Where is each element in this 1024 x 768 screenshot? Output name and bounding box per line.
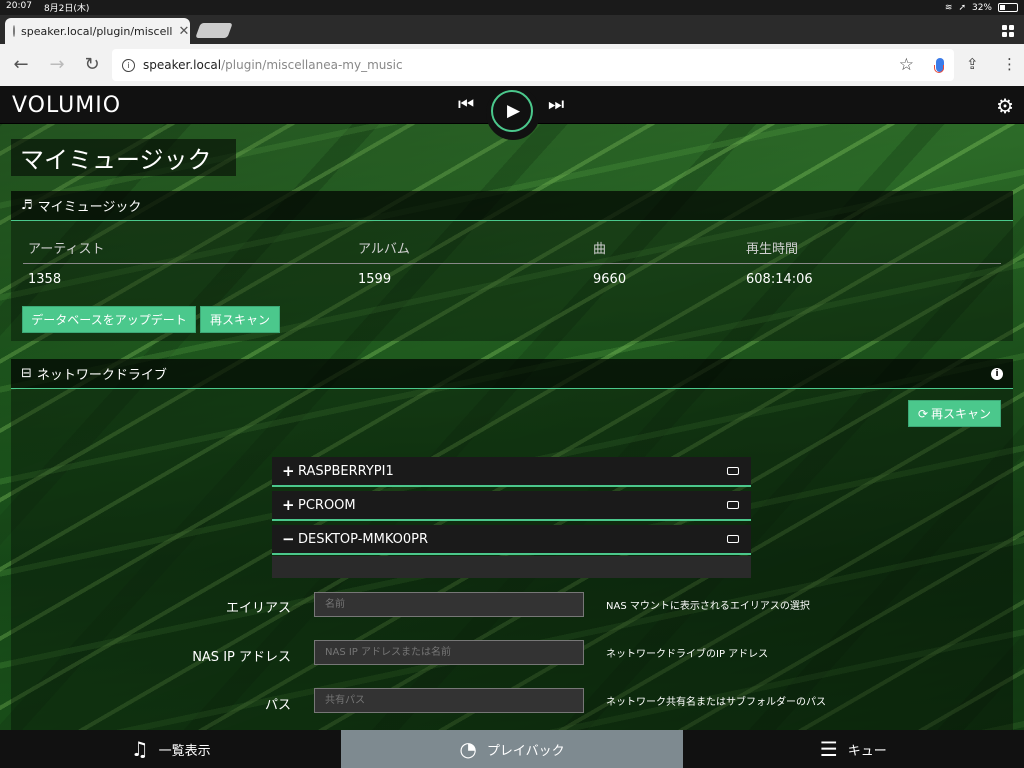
hdd-icon xyxy=(727,501,739,509)
music-note-icon: ♬ xyxy=(21,198,33,213)
alias-help: NAS マウントに表示されるエイリアスの選択 xyxy=(606,601,810,612)
alias-label: エイリアス xyxy=(225,601,291,616)
wifi-icon: ≋ xyxy=(944,2,953,13)
network-drive-item[interactable]: − DESKTOP-MMKO0PR xyxy=(272,525,751,555)
bookmark-star-icon[interactable]: ☆ xyxy=(899,55,914,75)
path-help: ネットワーク共有名またはサブフォルダーのパス xyxy=(606,697,826,708)
page-title: マイミュージック xyxy=(11,139,236,176)
artist-count: 1358 xyxy=(28,271,62,287)
play-button[interactable]: ▶ xyxy=(491,90,533,132)
next-track-icon[interactable]: ⏭ xyxy=(548,94,564,115)
info-icon[interactable]: i xyxy=(991,367,1003,380)
playback-tab[interactable]: ◔ プレイバック xyxy=(341,730,683,768)
network-drive-item[interactable]: + RASPBERRYPI1 xyxy=(272,457,751,487)
address-bar[interactable]: i speaker.local/plugin/miscellanea-my_mu… xyxy=(112,49,954,81)
queue-label: キュー xyxy=(847,743,887,759)
drive-name: RASPBERRYPI1 xyxy=(298,463,394,479)
network-drives-header: ⊟ ネットワークドライブ i xyxy=(11,359,1013,389)
total-playtime: 608:14:06 xyxy=(746,271,813,287)
tab-switcher-icon[interactable] xyxy=(1002,25,1014,37)
previous-track-icon[interactable]: ⏮ xyxy=(458,94,474,115)
volumio-app: VOLUMIO ⏮ ⏭ ▶ ⚙ マイミュージック ♬ マイミュージック アーティス… xyxy=(0,86,1024,768)
forward-icon[interactable]: → xyxy=(46,54,68,75)
nas-ip-input[interactable] xyxy=(314,640,584,665)
my-music-title: マイミュージック xyxy=(37,200,142,215)
column-header: 曲 xyxy=(588,233,741,264)
alias-input[interactable] xyxy=(314,592,584,617)
volumio-logo[interactable]: VOLUMIO xyxy=(12,93,121,118)
back-icon[interactable]: ← xyxy=(10,54,32,75)
hdd-icon: ⊟ xyxy=(21,366,32,381)
play-button-wrap: ▶ xyxy=(486,86,540,140)
site-info-icon[interactable]: i xyxy=(122,58,135,72)
url-path: /plugin/miscellanea-my_music xyxy=(221,58,403,72)
battery-icon xyxy=(998,3,1018,12)
rescan-network-label: 再スキャン xyxy=(931,407,992,421)
more-menu-icon[interactable]: ⋮ xyxy=(1002,55,1017,73)
song-count: 9660 xyxy=(593,271,627,287)
nas-ip-help: ネットワークドライブのIP アドレス xyxy=(606,649,769,660)
tab-title: speaker.local/plugin/miscell xyxy=(21,24,173,38)
tab-bar: speaker.local/plugin/miscell ✕ xyxy=(0,15,1024,44)
my-music-panel: ♬ マイミュージック アーティスト アルバム 曲 再生時間 1358 1599 9… xyxy=(11,191,1013,341)
nas-ip-label: NAS IP アドレス xyxy=(192,650,291,665)
expand-icon: + xyxy=(282,496,295,514)
location-icon: ➚ xyxy=(958,2,966,13)
network-drive-item[interactable]: + PCROOM xyxy=(272,491,751,521)
update-database-button[interactable]: データベースをアップデート xyxy=(22,306,196,333)
column-header: アルバム xyxy=(353,233,588,264)
top-nav: VOLUMIO ⏮ ⏭ ▶ ⚙ xyxy=(0,86,1024,140)
path-label: パス xyxy=(264,698,291,713)
status-time: 20:07 xyxy=(6,1,32,11)
column-header: アーティスト xyxy=(23,233,353,264)
new-tab-button[interactable] xyxy=(195,23,233,38)
status-bar: 20:07 8月2日(木) ≋ ➚ 32% xyxy=(0,0,1024,15)
url-host: speaker.local xyxy=(143,58,222,72)
playback-label: プレイバック xyxy=(486,743,565,759)
hdd-icon xyxy=(727,535,739,543)
settings-gear-icon[interactable]: ⚙ xyxy=(996,94,1014,118)
drive-detail-area xyxy=(272,556,751,578)
album-count: 1599 xyxy=(358,271,392,287)
favicon-icon xyxy=(13,25,15,37)
drive-name: PCROOM xyxy=(298,497,356,513)
browser-toolbar: ← → ↻ i speaker.local/plugin/miscellanea… xyxy=(0,44,1024,86)
playback-dial-icon: ◔ xyxy=(459,737,477,761)
queue-tab[interactable]: ☰ キュー xyxy=(683,730,1024,768)
table-header-row: アーティスト アルバム 曲 再生時間 xyxy=(23,233,1001,264)
my-music-header: ♬ マイミュージック xyxy=(11,191,1013,221)
column-header: 再生時間 xyxy=(741,233,1001,264)
browse-label: 一覧表示 xyxy=(158,743,211,759)
close-tab-icon[interactable]: ✕ xyxy=(178,24,189,39)
library-stats-table: アーティスト アルバム 曲 再生時間 1358 1599 9660 608:14… xyxy=(23,233,1001,295)
rescan-network-button[interactable]: ⟳ 再スキャン xyxy=(908,400,1001,427)
browse-tab[interactable]: ♫ 一覧表示 xyxy=(0,730,341,768)
network-drives-title: ネットワークドライブ xyxy=(36,368,167,383)
battery-percent: 32% xyxy=(971,2,992,13)
microphone-icon[interactable] xyxy=(934,58,944,73)
share-icon[interactable]: ⇪ xyxy=(966,55,979,73)
collapse-icon: − xyxy=(282,530,295,548)
refresh-icon: ⟳ xyxy=(917,406,929,421)
bottom-nav: ♫ 一覧表示 ◔ プレイバック ☰ キュー xyxy=(0,730,1024,768)
rescan-library-button[interactable]: 再スキャン xyxy=(200,306,280,333)
reload-icon[interactable]: ↻ xyxy=(81,54,103,75)
status-date: 8月2日(木) xyxy=(43,4,90,14)
play-icon: ▶ xyxy=(506,101,521,121)
drive-name: DESKTOP-MMKO0PR xyxy=(298,531,429,547)
hdd-icon xyxy=(727,467,739,475)
expand-icon: + xyxy=(282,462,295,480)
music-note-icon: ♫ xyxy=(130,737,149,761)
browser-tab[interactable]: speaker.local/plugin/miscell ✕ xyxy=(5,18,190,44)
path-input[interactable] xyxy=(314,688,584,713)
table-row: 1358 1599 9660 608:14:06 xyxy=(23,263,1001,295)
list-icon: ☰ xyxy=(819,737,838,761)
